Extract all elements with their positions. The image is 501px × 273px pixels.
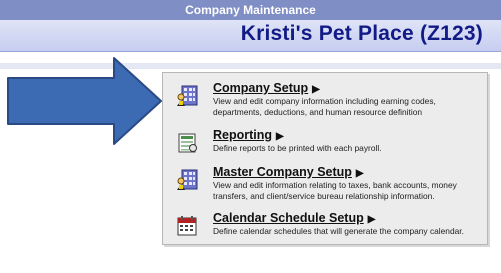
calendar-schedule-setup-link[interactable]: Calendar Schedule Setup ▶ — [213, 211, 375, 225]
chevron-right-icon: ▶ — [276, 131, 284, 142]
callout-arrow-icon — [7, 57, 162, 145]
company-setup-menu-panel: Company Setup ▶ View and edit company inf… — [162, 72, 488, 245]
section-header-bar: Company Maintenance — [0, 0, 501, 20]
master-company-setup-link[interactable]: Master Company Setup ▶ — [213, 165, 364, 179]
reporting-link[interactable]: Reporting ▶ — [213, 128, 284, 142]
chevron-right-icon: ▶ — [367, 214, 376, 225]
reporting-icon — [178, 133, 197, 153]
calendar-icon — [177, 216, 197, 236]
reporting-description: Define reports to be printed with each p… — [213, 143, 382, 153]
company-setup-icon — [177, 85, 198, 106]
chevron-right-icon: ▶ — [355, 168, 364, 179]
chevron-right-icon: ▶ — [312, 84, 320, 95]
company-setup-description: View and edit company information includ… — [213, 96, 436, 117]
company-name: Kristi's Pet Place (Z123) — [240, 22, 483, 45]
company-title-bar: Kristi's Pet Place (Z123) — [0, 20, 501, 52]
section-title: Company Maintenance — [185, 3, 316, 17]
master-company-setup-description: View and edit information relating to ta… — [213, 180, 457, 201]
master-company-icon — [177, 169, 198, 190]
calendar-schedule-setup-description: Define calendar schedules that will gene… — [213, 226, 464, 236]
company-setup-link[interactable]: Company Setup ▶ — [213, 81, 320, 95]
